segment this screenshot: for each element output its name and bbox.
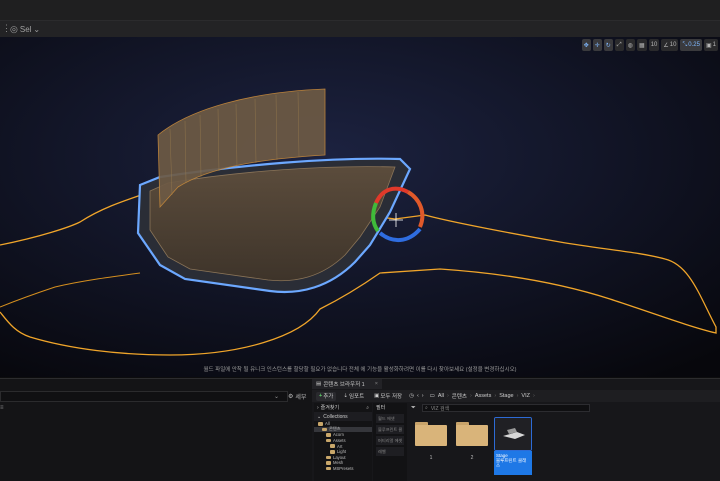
camera-speed-icon[interactable]: ▣ 1 (703, 39, 718, 51)
folder-thumbnail (453, 417, 491, 451)
bottom-panel: ⌄ ⚙ 세부 ≡ ▤ 콘텐츠 브라우저 1 × + 추가 ⇣ 임포트 ▣ 모두 … (0, 378, 720, 481)
details-search-input[interactable] (0, 391, 288, 402)
viewport-toolbar: ✥ ✛ ↻ ⤢ ◍ ▦ 10 ∠ 10 ⤡ 0.25 ▣ 1 (581, 38, 720, 52)
filter-item[interactable]: 레벨 (376, 447, 404, 456)
folder-icon: ▤ (316, 381, 322, 387)
close-icon[interactable]: × (375, 381, 378, 387)
scale-icon[interactable]: ⤢ (614, 39, 624, 51)
folder-icon: ▭ (429, 393, 435, 399)
chevron-down-icon: ⌄ (317, 413, 322, 420)
asset-label: 1 (429, 455, 433, 461)
folder-icon (326, 461, 331, 465)
chevron-down-icon: ⌄ (33, 24, 41, 34)
filter-panel: 필터 월드 에셋 블루프린트 클 머티리얼 에셋 레벨 (373, 403, 407, 481)
chevron-right-icon: › (532, 393, 535, 399)
filter-item[interactable]: 머티리얼 에셋 (376, 436, 404, 445)
asset-meta: Stage 블루프린트 클래스 (494, 451, 532, 475)
breadcrumb-item[interactable]: VIZ (521, 393, 530, 399)
asset-tile-folder-2[interactable]: 2 (453, 417, 491, 461)
scale-snap-icon[interactable]: ⤡ 0.25 (680, 39, 702, 51)
chevron-right-icon: › (516, 393, 519, 399)
gear-icon: ⚙ (288, 393, 294, 400)
folder-icon (330, 444, 335, 448)
chevron-right-icon: › (494, 393, 497, 399)
folder-icon (415, 422, 447, 446)
folder-icon (330, 450, 335, 454)
stage-preview-icon (495, 418, 531, 450)
details-panel: ⌄ ⚙ 세부 ≡ (0, 379, 312, 481)
move-icon[interactable]: ✛ (592, 39, 602, 51)
folder-icon (322, 427, 327, 432)
filter-item[interactable]: 블루프린트 클 (376, 425, 404, 434)
viewport-status-message: 월드 파일에 안착 될 유니크 인스턴스를 할당할 필요가 없습니다 전체 에 … (203, 367, 517, 373)
rotate-icon[interactable]: ↻ (603, 39, 613, 51)
save-icon: ▣ (374, 393, 380, 399)
filter-item[interactable]: 월드 에셋 (376, 414, 404, 423)
import-icon: ⇣ (343, 393, 348, 399)
tab-content-browser[interactable]: ▤ 콘텐츠 브라우저 1 × (312, 379, 382, 389)
asset-thumbnail (494, 417, 532, 451)
chevron-right-icon: › (469, 393, 472, 399)
viewport-scene (0, 37, 720, 377)
add-button[interactable]: + 추가 (316, 391, 337, 401)
grid-snap-value[interactable]: 10 (648, 39, 660, 51)
chevron-right-icon: › (317, 404, 319, 411)
asset-label: 2 (470, 455, 474, 461)
title-bar (0, 0, 720, 20)
folder-icon (326, 438, 331, 443)
tree-item-mspresets[interactable]: MSPresets (314, 466, 372, 472)
import-button[interactable]: ⇣ 임포트 (340, 392, 367, 401)
chevron-down-icon[interactable]: ⌄ (274, 393, 279, 400)
breadcrumb: ▭ All › 콘텐츠 › Assets › Stage › VIZ › (430, 392, 535, 400)
breadcrumb-item[interactable]: 콘텐츠 (452, 392, 467, 400)
details-row: ≡ (0, 405, 4, 411)
plus-icon: + (319, 393, 323, 399)
main-toolbar: ⋮ ◎ Sel ⌄ (0, 20, 720, 38)
history-icon[interactable]: ◷ (409, 393, 414, 399)
forward-icon[interactable]: › (422, 393, 424, 399)
collections-header[interactable]: ⌄ Collections (314, 412, 372, 421)
angle-snap-icon[interactable]: ∠ 10 (661, 39, 679, 51)
save-all-button[interactable]: ▣ 모두 저장 (371, 392, 405, 401)
folder-icon (456, 422, 488, 446)
breadcrumb-item[interactable]: Assets (475, 393, 492, 399)
select-icon[interactable]: ✥ (581, 39, 591, 51)
details-button[interactable]: ⚙ 세부 (288, 391, 306, 401)
folder-icon (326, 466, 331, 471)
mode-label: Sel (19, 24, 32, 34)
asset-tile-folder-1[interactable]: 1 (412, 417, 450, 461)
folder-icon (318, 422, 323, 426)
filter-header: 필터 (376, 405, 386, 411)
asset-search-input[interactable]: ⌕ VIZ 검색 (422, 404, 590, 412)
favorites-header[interactable]: › 즐겨찾기 ⌕ (314, 403, 372, 412)
folder-icon (326, 455, 331, 460)
asset-type: 블루프린트 클래스 (496, 458, 527, 468)
level-viewport[interactable]: ✥ ✛ ↻ ⤢ ◍ ▦ 10 ∠ 10 ⤡ 0.25 ▣ 1 (0, 37, 720, 377)
folder-icon (326, 433, 331, 437)
folder-thumbnail (412, 417, 450, 451)
select-mode-icon: ◎ (10, 23, 18, 34)
search-icon: ⌕ (425, 405, 428, 411)
folder-tree: All 콘텐츠 Acorn Assets Art Light Layout Me… (314, 421, 372, 471)
filter-icon[interactable]: ⏷ (411, 405, 416, 412)
asset-tile-stage[interactable]: Stage 블루프린트 클래스 (494, 417, 532, 475)
breadcrumb-item[interactable]: Stage (499, 393, 513, 399)
content-browser-toolbar: + 추가 ⇣ 임포트 ▣ 모두 저장 ◷ ‹ › ▭ All › 콘텐츠 › A… (312, 390, 720, 402)
breadcrumb-item[interactable]: All (438, 393, 444, 399)
snap-grid-icon[interactable]: ▦ (637, 39, 647, 51)
chevron-right-icon: › (446, 393, 449, 399)
globe-icon[interactable]: ◍ (625, 39, 636, 51)
mode-dropdown[interactable]: ◎ Sel ⌄ (10, 23, 40, 35)
search-icon[interactable]: ⌕ (366, 405, 369, 411)
back-icon[interactable]: ‹ (417, 393, 419, 399)
content-browser-sources: › 즐겨찾기 ⌕ ⌄ Collections All 콘텐츠 Acorn Ass… (314, 403, 372, 481)
